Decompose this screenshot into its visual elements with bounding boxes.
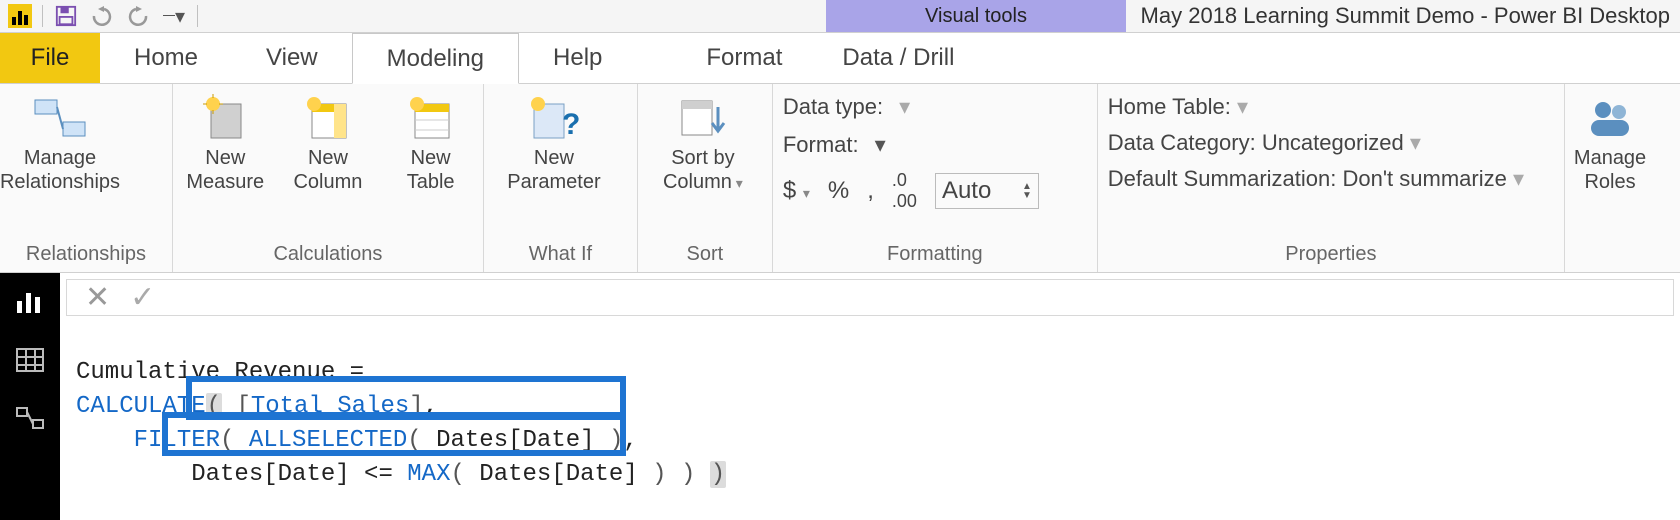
manage-relationships-button[interactable]: Manage Relationships [10,94,110,194]
relationships-icon [32,94,88,142]
tab-help[interactable]: Help [519,33,636,83]
new-measure-icon [197,94,253,142]
group-label-sort: Sort [648,243,762,270]
nav-report-view[interactable] [13,287,47,317]
nav-data-view[interactable] [13,345,47,375]
redo-button[interactable] [125,3,151,29]
sort-icon [675,94,731,142]
data-category-value[interactable]: Uncategorized ▾ [1262,130,1421,155]
tab-modeling[interactable]: Modeling [352,33,519,84]
sort-by-column-button[interactable]: Sort by Column [648,94,758,195]
tab-data-drill[interactable]: Data / Drill [812,33,984,83]
new-parameter-icon: ? [526,94,582,142]
new-table-button[interactable]: New Table [388,94,473,194]
format-dropdown[interactable]: ▾ [875,132,886,158]
group-label-relationships: Relationships [10,243,162,270]
new-table-icon [403,94,459,142]
data-category-label: Data Category: [1108,130,1256,155]
fn-max: MAX [407,461,450,488]
group-label-whatif: What If [494,243,627,270]
qat-separator [42,5,43,27]
qat-separator [197,5,198,27]
formula-cancel-button[interactable]: ✕ [85,280,110,315]
svg-text:?: ? [562,108,580,141]
home-table-dropdown[interactable]: ▾ [1237,94,1248,119]
tab-view[interactable]: View [232,33,352,83]
percent-button[interactable]: % [828,177,849,205]
tab-format[interactable]: Format [676,33,812,83]
formula-bar[interactable]: Cumulative Revenue = CALCULATE( [Total S… [60,316,1680,520]
qat-customize-dropdown[interactable]: ▾ [161,3,187,29]
roles-icon [1582,94,1638,142]
new-parameter-button[interactable]: ? New Parameter [494,94,614,194]
format-label: Format: [783,132,859,158]
manage-roles-button[interactable]: Manage Roles [1575,94,1645,194]
annotation-box [162,412,626,456]
home-table-label: Home Table: [1108,94,1231,119]
nav-model-view[interactable] [13,403,47,433]
decimal-icon[interactable]: .0.00 [892,170,917,212]
formula-commit-button[interactable]: ✓ [130,280,155,315]
default-summarization-value[interactable]: Don't summarize ▾ [1343,166,1525,191]
decimal-places-stepper[interactable]: Auto ▲▼ [935,173,1039,209]
default-summarization-label: Default Summarization: [1108,166,1337,191]
tab-home[interactable]: Home [100,33,232,83]
new-column-icon [300,94,356,142]
contextual-tab-header: Visual tools [826,0,1126,32]
group-label-calculations: Calculations [183,243,473,270]
thousands-button[interactable]: , [867,177,874,205]
new-column-button[interactable]: New Column [286,94,371,194]
save-button[interactable] [53,3,79,29]
window-title: May 2018 Learning Summit Demo - Power BI… [1126,0,1680,32]
group-label-properties: Properties [1108,243,1554,270]
data-type-dropdown[interactable]: ▾ [899,94,910,120]
tab-file[interactable]: File [0,33,100,83]
new-measure-button[interactable]: New Measure [183,94,268,194]
data-type-label: Data type: [783,94,883,120]
app-logo [8,4,32,28]
group-label-formatting: Formatting [783,243,1087,270]
undo-button[interactable] [89,3,115,29]
currency-dropdown[interactable]: $ ▾ [783,177,810,205]
